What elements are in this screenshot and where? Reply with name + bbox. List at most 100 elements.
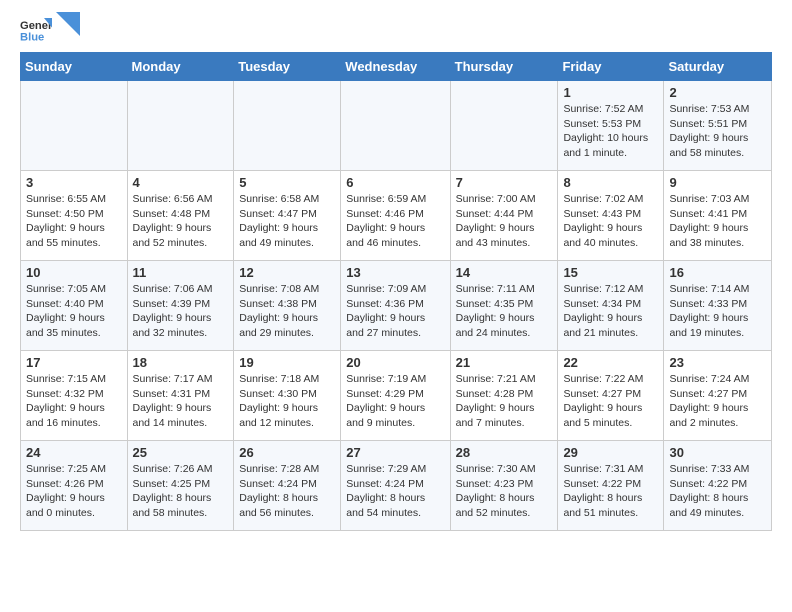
day-info: Sunrise: 7:22 AM Sunset: 4:27 PM Dayligh… bbox=[563, 372, 658, 431]
day-of-week-header: Friday bbox=[558, 53, 664, 81]
day-info: Sunrise: 7:02 AM Sunset: 4:43 PM Dayligh… bbox=[563, 192, 658, 251]
day-info: Sunrise: 7:14 AM Sunset: 4:33 PM Dayligh… bbox=[669, 282, 766, 341]
day-info: Sunrise: 6:55 AM Sunset: 4:50 PM Dayligh… bbox=[26, 192, 122, 251]
day-number: 21 bbox=[456, 355, 553, 370]
day-number: 5 bbox=[239, 175, 335, 190]
day-number: 14 bbox=[456, 265, 553, 280]
calendar-week-row: 1 Sunrise: 7:52 AM Sunset: 5:53 PM Daylig… bbox=[21, 81, 772, 171]
calendar-cell: 16 Sunrise: 7:14 AM Sunset: 4:33 PM Dayli… bbox=[664, 261, 772, 351]
calendar-cell: 18 Sunrise: 7:17 AM Sunset: 4:31 PM Dayli… bbox=[127, 351, 234, 441]
day-number: 30 bbox=[669, 445, 766, 460]
day-info: Sunrise: 7:21 AM Sunset: 4:28 PM Dayligh… bbox=[456, 372, 553, 431]
day-number: 13 bbox=[346, 265, 444, 280]
days-of-week-row: SundayMondayTuesdayWednesdayThursdayFrid… bbox=[21, 53, 772, 81]
calendar-cell bbox=[450, 81, 558, 171]
day-of-week-header: Wednesday bbox=[341, 53, 450, 81]
calendar-week-row: 17Sunrise: 7:15 AM Sunset: 4:32 PM Dayli… bbox=[21, 351, 772, 441]
day-number: 9 bbox=[669, 175, 766, 190]
calendar-week-row: 24 Sunrise: 7:25 AM Sunset: 4:26 PM Dayli… bbox=[21, 441, 772, 531]
day-info: Sunrise: 7:03 AM Sunset: 4:41 PM Dayligh… bbox=[669, 192, 766, 251]
day-info: Sunrise: 7:29 AM Sunset: 4:24 PM Dayligh… bbox=[346, 462, 444, 521]
calendar-cell: 3 Sunrise: 6:55 AM Sunset: 4:50 PM Daylig… bbox=[21, 171, 128, 261]
calendar-cell: 12Sunrise: 7:08 AM Sunset: 4:38 PM Dayli… bbox=[234, 261, 341, 351]
day-number: 12 bbox=[239, 265, 335, 280]
calendar-cell: 15 Sunrise: 7:12 AM Sunset: 4:34 PM Dayli… bbox=[558, 261, 664, 351]
calendar-cell: 23 Sunrise: 7:24 AM Sunset: 4:27 PM Dayli… bbox=[664, 351, 772, 441]
day-number: 11 bbox=[133, 265, 229, 280]
calendar-body: 1 Sunrise: 7:52 AM Sunset: 5:53 PM Daylig… bbox=[21, 81, 772, 531]
day-info: Sunrise: 7:28 AM Sunset: 4:24 PM Dayligh… bbox=[239, 462, 335, 521]
day-info: Sunrise: 6:56 AM Sunset: 4:48 PM Dayligh… bbox=[133, 192, 229, 251]
calendar-table: SundayMondayTuesdayWednesdayThursdayFrid… bbox=[20, 52, 772, 531]
day-info: Sunrise: 7:11 AM Sunset: 4:35 PM Dayligh… bbox=[456, 282, 553, 341]
day-number: 3 bbox=[26, 175, 122, 190]
day-number: 24 bbox=[26, 445, 122, 460]
day-info: Sunrise: 7:19 AM Sunset: 4:29 PM Dayligh… bbox=[346, 372, 444, 431]
calendar-cell: 21 Sunrise: 7:21 AM Sunset: 4:28 PM Dayli… bbox=[450, 351, 558, 441]
calendar-cell: 1 Sunrise: 7:52 AM Sunset: 5:53 PM Daylig… bbox=[558, 81, 664, 171]
day-info: Sunrise: 7:53 AM Sunset: 5:51 PM Dayligh… bbox=[669, 102, 766, 161]
calendar-cell bbox=[21, 81, 128, 171]
calendar-cell: 22 Sunrise: 7:22 AM Sunset: 4:27 PM Dayli… bbox=[558, 351, 664, 441]
day-info: Sunrise: 7:24 AM Sunset: 4:27 PM Dayligh… bbox=[669, 372, 766, 431]
day-number: 16 bbox=[669, 265, 766, 280]
calendar-cell: 27 Sunrise: 7:29 AM Sunset: 4:24 PM Dayli… bbox=[341, 441, 450, 531]
day-info: Sunrise: 7:26 AM Sunset: 4:25 PM Dayligh… bbox=[133, 462, 229, 521]
day-number: 15 bbox=[563, 265, 658, 280]
calendar-week-row: 10Sunrise: 7:05 AM Sunset: 4:40 PM Dayli… bbox=[21, 261, 772, 351]
day-number: 27 bbox=[346, 445, 444, 460]
calendar-cell: 2Sunrise: 7:53 AM Sunset: 5:51 PM Daylig… bbox=[664, 81, 772, 171]
day-number: 8 bbox=[563, 175, 658, 190]
day-info: Sunrise: 7:00 AM Sunset: 4:44 PM Dayligh… bbox=[456, 192, 553, 251]
page-header: General Blue bbox=[20, 16, 772, 44]
svg-text:General: General bbox=[20, 20, 52, 32]
calendar-cell: 25 Sunrise: 7:26 AM Sunset: 4:25 PM Dayli… bbox=[127, 441, 234, 531]
logo-arrow-icon bbox=[56, 12, 80, 36]
calendar-cell: 5 Sunrise: 6:58 AM Sunset: 4:47 PM Daylig… bbox=[234, 171, 341, 261]
calendar-cell: 26Sunrise: 7:28 AM Sunset: 4:24 PM Dayli… bbox=[234, 441, 341, 531]
day-number: 7 bbox=[456, 175, 553, 190]
day-of-week-header: Saturday bbox=[664, 53, 772, 81]
day-number: 18 bbox=[133, 355, 229, 370]
calendar-cell: 14 Sunrise: 7:11 AM Sunset: 4:35 PM Dayli… bbox=[450, 261, 558, 351]
day-number: 20 bbox=[346, 355, 444, 370]
day-info: Sunrise: 7:25 AM Sunset: 4:26 PM Dayligh… bbox=[26, 462, 122, 521]
day-number: 1 bbox=[563, 85, 658, 100]
day-info: Sunrise: 6:59 AM Sunset: 4:46 PM Dayligh… bbox=[346, 192, 444, 251]
logo: General Blue bbox=[20, 16, 80, 44]
day-info: Sunrise: 7:06 AM Sunset: 4:39 PM Dayligh… bbox=[133, 282, 229, 341]
day-info: Sunrise: 7:05 AM Sunset: 4:40 PM Dayligh… bbox=[26, 282, 122, 341]
logo-icon: General Blue bbox=[20, 16, 52, 44]
day-number: 28 bbox=[456, 445, 553, 460]
day-info: Sunrise: 7:09 AM Sunset: 4:36 PM Dayligh… bbox=[346, 282, 444, 341]
day-number: 19 bbox=[239, 355, 335, 370]
day-info: Sunrise: 7:12 AM Sunset: 4:34 PM Dayligh… bbox=[563, 282, 658, 341]
day-number: 29 bbox=[563, 445, 658, 460]
svg-text:Blue: Blue bbox=[20, 31, 44, 43]
calendar-cell bbox=[341, 81, 450, 171]
day-info: Sunrise: 7:15 AM Sunset: 4:32 PM Dayligh… bbox=[26, 372, 122, 431]
day-info: Sunrise: 7:17 AM Sunset: 4:31 PM Dayligh… bbox=[133, 372, 229, 431]
day-of-week-header: Thursday bbox=[450, 53, 558, 81]
calendar-cell: 19 Sunrise: 7:18 AM Sunset: 4:30 PM Dayli… bbox=[234, 351, 341, 441]
calendar-cell: 20 Sunrise: 7:19 AM Sunset: 4:29 PM Dayli… bbox=[341, 351, 450, 441]
day-info: Sunrise: 6:58 AM Sunset: 4:47 PM Dayligh… bbox=[239, 192, 335, 251]
day-info: Sunrise: 7:18 AM Sunset: 4:30 PM Dayligh… bbox=[239, 372, 335, 431]
calendar-cell: 17Sunrise: 7:15 AM Sunset: 4:32 PM Dayli… bbox=[21, 351, 128, 441]
calendar-cell: 7 Sunrise: 7:00 AM Sunset: 4:44 PM Daylig… bbox=[450, 171, 558, 261]
day-number: 23 bbox=[669, 355, 766, 370]
day-of-week-header: Sunday bbox=[21, 53, 128, 81]
day-of-week-header: Tuesday bbox=[234, 53, 341, 81]
day-number: 4 bbox=[133, 175, 229, 190]
day-info: Sunrise: 7:52 AM Sunset: 5:53 PM Dayligh… bbox=[563, 102, 658, 161]
day-number: 22 bbox=[563, 355, 658, 370]
calendar-cell: 29 Sunrise: 7:31 AM Sunset: 4:22 PM Dayli… bbox=[558, 441, 664, 531]
calendar-cell bbox=[127, 81, 234, 171]
calendar-cell: 8 Sunrise: 7:02 AM Sunset: 4:43 PM Daylig… bbox=[558, 171, 664, 261]
calendar-cell: 9 Sunrise: 7:03 AM Sunset: 4:41 PM Daylig… bbox=[664, 171, 772, 261]
calendar-cell bbox=[234, 81, 341, 171]
day-number: 6 bbox=[346, 175, 444, 190]
day-number: 25 bbox=[133, 445, 229, 460]
calendar-cell: 28Sunrise: 7:30 AM Sunset: 4:23 PM Dayli… bbox=[450, 441, 558, 531]
day-info: Sunrise: 7:31 AM Sunset: 4:22 PM Dayligh… bbox=[563, 462, 658, 521]
